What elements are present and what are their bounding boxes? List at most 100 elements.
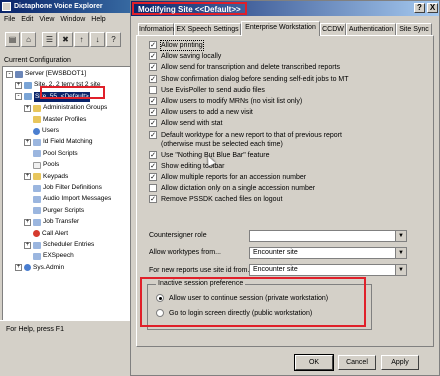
script-icon <box>33 218 41 226</box>
config-tree[interactable]: - Server [EWSBDOT1] + Site, 2, 2 terry tst … <box>2 66 138 321</box>
menu-view[interactable]: View <box>39 14 54 25</box>
properties-icon[interactable]: ☰ <box>42 32 57 47</box>
tree-item-label: Id Field Matching <box>43 138 93 146</box>
network-icon[interactable]: ⌂ <box>21 32 36 47</box>
expand-icon[interactable]: + <box>24 241 31 249</box>
tree-item[interactable]: - Server [EWSBDOT1] <box>6 69 86 79</box>
option-text: Use EvisPoller to send audio files <box>161 86 265 95</box>
tab-strip: Information EX Speech Settings Enterpris… <box>138 21 436 36</box>
option-checkbox[interactable]: ✓ Allow send with stat <box>149 119 222 129</box>
option-checkbox[interactable]: ✓ Allow printing <box>149 40 204 51</box>
tree-item-label: Master Profiles <box>43 115 87 123</box>
checkbox-icon[interactable]: ✓ <box>149 41 157 49</box>
collapse-icon[interactable]: - <box>15 93 22 101</box>
option-text: Allow send for transcription and delete … <box>161 63 340 72</box>
worktypes-select[interactable]: Encounter site ▼ <box>249 247 407 259</box>
menu-help[interactable]: Help <box>91 14 105 25</box>
checkbox-icon[interactable]: ✓ <box>149 150 157 159</box>
arrow-down-icon[interactable]: ↓ <box>90 32 105 47</box>
option-text: Allow saving locally <box>161 52 221 61</box>
tab-enterprise-workstation[interactable]: Enterprise Workstation <box>241 21 320 36</box>
tree-item[interactable]: + Id Field Matching <box>24 137 93 147</box>
apply-button[interactable]: Apply <box>381 355 419 370</box>
tree-item[interactable]: Users <box>24 126 59 136</box>
tree-item-label: Keypads <box>43 172 69 180</box>
tree-item[interactable]: + Keypads <box>24 172 68 182</box>
arrow-up-icon[interactable]: ↑ <box>74 32 89 47</box>
chevron-down-icon[interactable]: ▼ <box>395 231 406 241</box>
tree-item[interactable]: Pool Scripts <box>24 149 78 159</box>
chevron-down-icon[interactable]: ▼ <box>395 248 406 258</box>
option-checkbox[interactable]: ✓ Show confirmation dialog before sending… <box>149 74 349 85</box>
site-icon <box>24 81 32 89</box>
tree-item[interactable]: Master Profiles <box>24 115 86 125</box>
tree-item-label: Pools <box>43 161 60 169</box>
tree-item[interactable]: EXSpeech <box>24 251 74 261</box>
help-icon[interactable]: ? <box>106 32 121 47</box>
tree-item[interactable]: Pools <box>24 160 59 170</box>
checkbox-icon[interactable]: ✓ <box>149 173 157 181</box>
cancel-button[interactable]: Cancel <box>338 355 376 370</box>
checkbox-icon[interactable]: ✓ <box>149 195 157 204</box>
expand-icon[interactable]: + <box>24 173 31 181</box>
selection-highlight-box <box>40 86 105 99</box>
explorer-toolbar: ▤ ⌂ ☰ ✖ ↑ ↓ ? <box>0 32 140 52</box>
checkbox-icon[interactable]: ✓ <box>149 97 157 105</box>
ok-button[interactable]: OK <box>294 354 334 371</box>
menu-window[interactable]: Window <box>60 14 85 25</box>
option-text: Allow users to modify MRNs (no visit lis… <box>161 97 302 106</box>
option-checkbox[interactable]: ✓ Default worktype for a new report to th… <box>149 130 342 148</box>
option-text: Allow users to add a new visit <box>161 108 253 117</box>
tree-item[interactable]: + Administration Groups <box>24 103 107 113</box>
collapse-icon[interactable]: - <box>6 70 13 78</box>
folder-icon <box>33 104 41 112</box>
option-text: Allow printing <box>160 40 204 51</box>
menu-file[interactable]: File <box>4 14 15 25</box>
tree-item[interactable]: Call Alert <box>24 229 68 239</box>
option-checkbox[interactable]: ✓ Allow send for transcription and delete… <box>149 63 340 73</box>
countersigner-select[interactable]: ▼ <box>249 230 407 242</box>
explorer-title-bar: Dictaphone Voice Explorer <box>0 0 140 13</box>
close-button[interactable]: X <box>427 3 438 13</box>
option-checkbox[interactable]: Allow dictation only on a single accessi… <box>149 184 315 194</box>
checkbox-icon[interactable] <box>149 85 157 94</box>
checkbox-icon[interactable]: ✓ <box>149 63 157 72</box>
tree-item[interactable]: + Job Transfer <box>24 217 79 227</box>
option-checkbox[interactable]: ✓ Allow users to add a new visit <box>149 108 253 118</box>
option-checkbox[interactable]: ✓ Remove PSSDK cached files on logout <box>149 195 282 205</box>
tree-item[interactable]: + Sys.Admin <box>15 263 64 273</box>
option-label: Allow users to add a new visit <box>161 109 253 117</box>
expand-icon[interactable]: + <box>15 81 22 89</box>
expand-icon[interactable]: + <box>24 218 31 226</box>
expand-icon[interactable]: + <box>15 264 22 272</box>
option-text: Allow send with stat <box>161 119 222 128</box>
checkbox-icon[interactable]: ✓ <box>149 119 157 128</box>
expand-icon[interactable]: + <box>24 138 31 146</box>
delete-icon[interactable]: ✖ <box>58 32 73 47</box>
tree-item[interactable]: + Scheduler Entries <box>24 240 94 250</box>
session-highlight-box <box>140 277 366 327</box>
option-checkbox[interactable]: ✓ Allow multiple reports for an accession… <box>149 173 306 183</box>
checkbox-icon[interactable]: ✓ <box>149 108 157 117</box>
checkbox-icon[interactable]: ✓ <box>149 74 157 83</box>
option-text: Remove PSSDK cached files on logout <box>161 195 282 204</box>
checkbox-icon[interactable] <box>149 184 157 193</box>
option-checkbox[interactable]: ✓ Allow users to modify MRNs (no visit li… <box>149 97 302 107</box>
option-checkbox[interactable]: ✓ Allow saving locally <box>149 52 221 62</box>
option-checkbox[interactable]: Use EvisPoller to send audio files <box>149 85 265 96</box>
new-reports-select[interactable]: Encounter site ▼ <box>249 264 407 276</box>
menu-edit[interactable]: Edit <box>21 14 33 25</box>
tree-item-label: Administration Groups <box>43 104 108 112</box>
checkbox-icon[interactable]: ✓ <box>149 161 157 170</box>
help-button[interactable]: ? <box>414 3 425 13</box>
tree-item[interactable]: Audio Import Messages <box>24 194 111 204</box>
chevron-down-icon[interactable]: ▼ <box>395 265 406 275</box>
script-icon <box>33 150 41 158</box>
checkbox-icon[interactable]: ✓ <box>149 130 157 139</box>
tree-item[interactable]: Purger Scripts <box>24 206 84 216</box>
print-icon[interactable]: ▤ <box>5 32 20 47</box>
option-text: Show confirmation dialog before sending … <box>161 75 349 84</box>
tree-item[interactable]: Job Filter Definitions <box>24 183 102 193</box>
expand-icon[interactable]: + <box>24 104 31 112</box>
checkbox-icon[interactable]: ✓ <box>149 52 157 61</box>
